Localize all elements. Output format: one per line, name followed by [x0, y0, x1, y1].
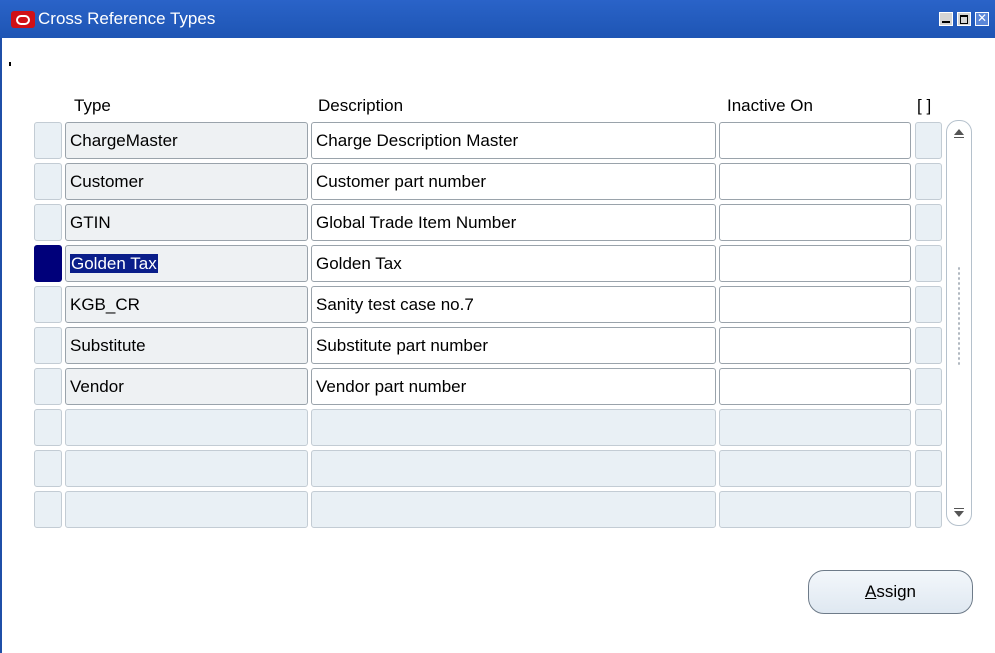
description-cell[interactable]	[311, 409, 716, 446]
type-value: KGB_CR	[70, 295, 140, 314]
description-cell[interactable]: Global Trade Item Number	[311, 204, 716, 241]
oracle-logo-icon	[11, 11, 35, 28]
description-value: Charge Description Master	[316, 131, 519, 150]
vertical-scrollbar[interactable]	[946, 120, 972, 526]
inactive-on-cell[interactable]	[719, 368, 911, 405]
type-value: ChargeMaster	[70, 131, 178, 150]
inactive-on-cell[interactable]	[719, 491, 911, 528]
column-header-flexfield[interactable]: [ ]	[917, 96, 931, 116]
type-value: Customer	[70, 172, 144, 191]
table-row: ChargeMaster Charge Description Master	[0, 122, 995, 160]
flexfield-cell[interactable]	[915, 368, 942, 405]
description-cell[interactable]: Substitute part number	[311, 327, 716, 364]
minimize-icon[interactable]	[939, 12, 953, 26]
description-cell[interactable]: Golden Tax	[311, 245, 716, 282]
inactive-on-cell[interactable]	[719, 327, 911, 364]
row-selector[interactable]	[34, 286, 62, 323]
table-row: Golden Tax Golden Tax	[0, 245, 995, 283]
type-cell[interactable]: ChargeMaster	[65, 122, 308, 159]
window-titlebar: Cross Reference Types ✕	[0, 0, 995, 38]
column-header-inactive-on: Inactive On	[727, 96, 813, 115]
flexfield-cell[interactable]	[915, 245, 942, 282]
window-edge-mark	[9, 62, 11, 66]
flexfield-cell[interactable]	[915, 491, 942, 528]
description-value: Global Trade Item Number	[316, 213, 517, 232]
description-cell[interactable]: Sanity test case no.7	[311, 286, 716, 323]
row-selector[interactable]	[34, 204, 62, 241]
close-icon[interactable]: ✕	[975, 12, 989, 26]
description-cell[interactable]: Vendor part number	[311, 368, 716, 405]
type-cell[interactable]	[65, 409, 308, 446]
flexfield-cell[interactable]	[915, 286, 942, 323]
table-row: KGB_CR Sanity test case no.7	[0, 286, 995, 324]
flexfield-cell[interactable]	[915, 204, 942, 241]
flexfield-cell[interactable]	[915, 163, 942, 200]
type-cell[interactable]	[65, 491, 308, 528]
description-value: Vendor part number	[316, 377, 467, 396]
type-cell[interactable]: KGB_CR	[65, 286, 308, 323]
type-cell[interactable]: Substitute	[65, 327, 308, 364]
table-row	[0, 409, 995, 447]
inactive-on-cell[interactable]	[719, 286, 911, 323]
table-row	[0, 491, 995, 529]
assign-button[interactable]: Assign	[808, 570, 973, 614]
row-selector[interactable]	[34, 122, 62, 159]
description-value: Sanity test case no.7	[316, 295, 474, 314]
table-row: Customer Customer part number	[0, 163, 995, 201]
table-row: Vendor Vendor part number	[0, 368, 995, 406]
inactive-on-cell[interactable]	[719, 245, 911, 282]
scroll-grip-icon[interactable]	[957, 266, 962, 366]
table-row: Substitute Substitute part number	[0, 327, 995, 365]
inactive-on-cell[interactable]	[719, 450, 911, 487]
type-cell[interactable]: Golden Tax	[65, 245, 308, 282]
row-selector[interactable]	[34, 163, 62, 200]
row-selector[interactable]	[34, 327, 62, 364]
description-value: Golden Tax	[316, 254, 402, 273]
inactive-on-cell[interactable]	[719, 122, 911, 159]
column-header-description: Description	[318, 96, 404, 115]
assign-button-mnemonic: A	[864, 582, 877, 601]
window-title: Cross Reference Types	[38, 9, 216, 28]
description-cell[interactable]: Customer part number	[311, 163, 716, 200]
scroll-down-arrow-icon[interactable]	[954, 508, 964, 517]
row-selector[interactable]	[34, 245, 62, 282]
flexfield-cell[interactable]	[915, 409, 942, 446]
description-cell[interactable]: Charge Description Master	[311, 122, 716, 159]
type-value: Vendor	[70, 377, 124, 396]
row-selector[interactable]	[34, 368, 62, 405]
inactive-on-cell[interactable]	[719, 204, 911, 241]
scroll-up-arrow-icon[interactable]	[954, 129, 964, 138]
type-value: Substitute	[70, 336, 146, 355]
column-header-type: Type	[74, 96, 111, 115]
description-value: Customer part number	[316, 172, 487, 191]
inactive-on-cell[interactable]	[719, 409, 911, 446]
type-cell[interactable]: Customer	[65, 163, 308, 200]
type-cell[interactable]: Vendor	[65, 368, 308, 405]
type-value: GTIN	[70, 213, 111, 232]
table-row	[0, 450, 995, 488]
assign-button-label: ssign	[876, 582, 917, 601]
inactive-on-cell[interactable]	[719, 163, 911, 200]
table-row: GTIN Global Trade Item Number	[0, 204, 995, 242]
type-cell[interactable]	[65, 450, 308, 487]
description-cell[interactable]	[311, 491, 716, 528]
description-value: Substitute part number	[316, 336, 488, 355]
type-cell[interactable]: GTIN	[65, 204, 308, 241]
row-selector[interactable]	[34, 450, 62, 487]
type-value: Golden Tax	[70, 254, 158, 273]
flexfield-cell[interactable]	[915, 450, 942, 487]
row-selector[interactable]	[34, 491, 62, 528]
row-selector[interactable]	[34, 409, 62, 446]
maximize-icon[interactable]	[957, 12, 971, 26]
flexfield-cell[interactable]	[915, 327, 942, 364]
description-cell[interactable]	[311, 450, 716, 487]
flexfield-cell[interactable]	[915, 122, 942, 159]
